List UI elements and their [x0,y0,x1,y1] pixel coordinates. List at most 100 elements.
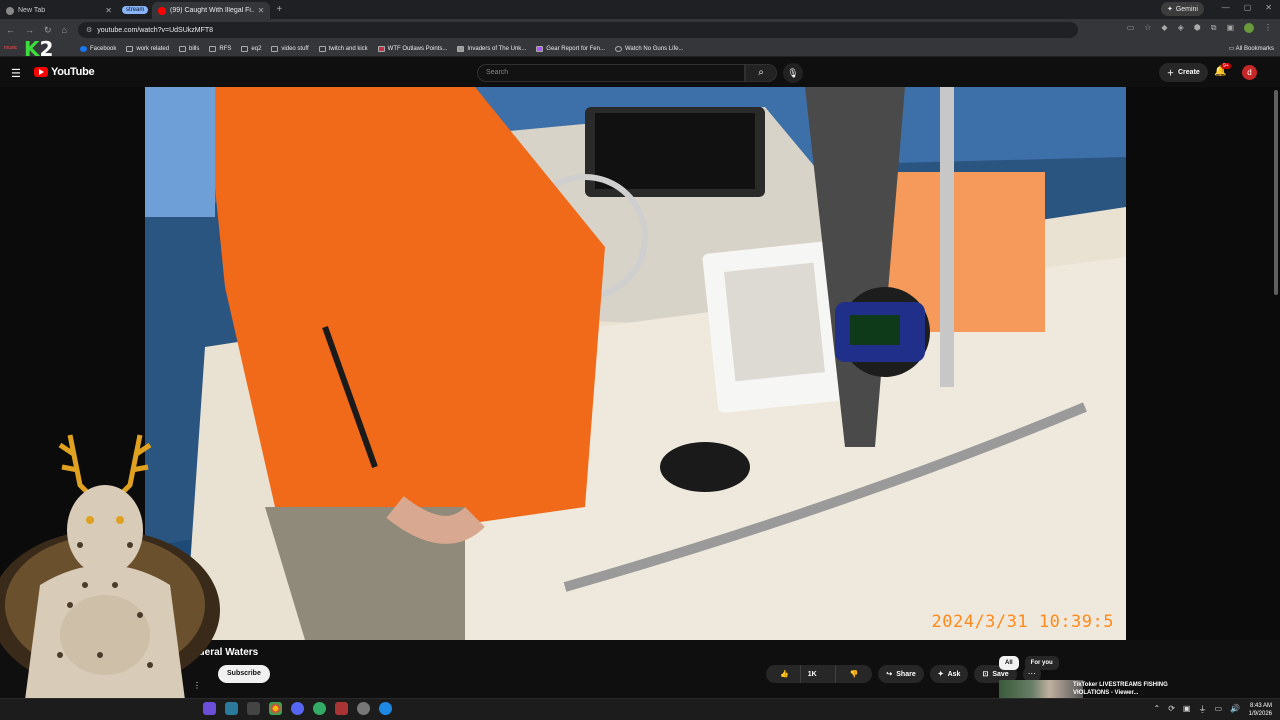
recommended-title[interactable]: TikToker LIVESTREAMS FISHING VIOLATIONS … [1073,681,1183,697]
ask-button[interactable]: ✦ Ask [929,665,969,683]
share-label: Share [896,670,916,678]
video-player[interactable]: 2024/3/31 10:39:5 [145,87,1126,640]
app-icon[interactable] [225,702,238,715]
back-icon[interactable]: ← [6,25,15,36]
reload-icon[interactable]: ↻ [44,25,52,36]
bookmark-link[interactable]: Watch No Guns Life... [614,45,683,52]
tab-group-label[interactable]: stream [122,5,149,14]
chip-for-you[interactable]: For you [1024,656,1059,670]
music-label: music [4,45,18,51]
minimize-icon[interactable]: — [1222,3,1230,12]
app-icon[interactable] [335,702,348,715]
home-icon[interactable]: ⌂ [62,25,67,36]
bookmark-folder[interactable]: RFS [209,45,231,52]
recommended-thumbnail[interactable] [999,680,1083,698]
taskbar-clock[interactable]: 8:43 AM 1/9/2026 [1249,702,1272,718]
bookmark-link[interactable]: Gear Report for Fen... [536,45,605,52]
like-button[interactable]: 👍 1K [766,665,831,683]
search-button[interactable]: ⌕ [745,64,777,82]
discord-icon[interactable] [291,702,304,715]
folder-icon [126,45,134,52]
share-button[interactable]: ↪ Share [878,665,924,683]
maximize-icon[interactable]: ▢ [1244,3,1252,12]
thumbs-up-icon: 👍 [780,671,789,678]
app-icon[interactable] [379,702,392,715]
nav-buttons: ← → ↻ ⌂ [0,25,78,36]
bookmark-label: twitch and kick [328,45,368,52]
bookmark-facebook[interactable]: Facebook [80,45,116,52]
extensions-puzzle-icon[interactable]: ⧉ [1211,23,1217,33]
volume-icon[interactable]: 🔊 [1230,704,1240,715]
bookmark-label: Invaders of The Unk... [467,45,527,52]
youtube-header: ☰ YouTube Search ⌕ 🎙 ＋ Create 🔔 9+ d [0,58,1280,87]
tab-youtube-video[interactable]: (99) Caught With Illegal Fi... ✕ [152,2,271,19]
app-tray-icon[interactable]: ▣ [1183,704,1191,715]
close-window-icon[interactable]: ✕ [1265,3,1272,12]
forward-icon[interactable]: → [25,25,34,36]
menu-kebab-icon[interactable]: ⋮ [1264,23,1272,33]
bookmark-link[interactable]: WTF Outlaws Points... [377,45,447,52]
chip-all[interactable]: All [999,656,1019,670]
tab-title: New Tab [18,7,46,14]
settings-icon[interactable] [357,702,370,715]
bookmark-label: eq2 [251,45,262,52]
sync-icon[interactable]: ⟳ [1168,704,1175,715]
address-bar-row: ← → ↻ ⌂ ⚙ youtube.com/watch?v=UdSUkzMFT8… [0,19,1280,41]
chrome-icon[interactable] [269,702,282,715]
bookmark-label: bills [189,45,200,52]
gemini-button[interactable]: ✦ Gemini [1160,2,1204,16]
chevron-up-icon[interactable]: ⌃ [1154,704,1161,715]
url-bar[interactable]: ⚙ youtube.com/watch?v=UdSUkzMFT8 [78,22,1078,38]
network-icon[interactable]: ▭ [1214,704,1222,715]
profile-avatar[interactable] [1244,23,1254,33]
extension-icon[interactable]: ⬢ [1194,23,1201,33]
bookmark-star-icon[interactable]: ☆ [1144,23,1151,33]
site-info-icon[interactable]: ⚙ [86,26,92,34]
cast-icon[interactable]: ▭ [1127,23,1135,33]
usb-icon[interactable]: ⏚ [1198,704,1206,715]
tab-new-tab[interactable]: New Tab ✕ [0,2,118,19]
all-bookmarks-label: All Bookmarks [1235,46,1274,52]
subscribe-button[interactable]: Subscribe [218,665,270,683]
folder-icon [179,45,187,52]
site-icon [536,45,544,52]
bookmark-link[interactable]: Invaders of The Unk... [457,45,527,52]
url-text: youtube.com/watch?v=UdSUkzMFT8 [97,26,214,34]
close-icon[interactable]: ✕ [258,6,265,15]
bookmark-icon: ⊡ [982,671,989,678]
browser-tab-strip: New Tab ✕ stream (99) Caught With Illega… [0,0,1280,19]
folder-icon [209,45,217,52]
like-dislike-group: 👍 1K 👎 [766,665,873,683]
extension-icon[interactable]: ◈ [1178,23,1184,33]
search-input[interactable]: Search [477,64,745,82]
bookmark-folder[interactable]: eq2 [241,45,262,52]
gemini-icon: ✦ [1166,6,1173,13]
app-icon[interactable] [203,702,216,715]
windows-taskbar: ⌃ ⟳ ▣ ⏚ ▭ 🔊 8:43 AM 1/9/2026 [0,698,1280,720]
new-tab-button[interactable]: + [270,4,288,15]
create-button[interactable]: ＋ Create [1159,63,1208,82]
recommended-video[interactable]: TikToker LIVESTREAMS FISHING VIOLATIONS … [999,680,1199,698]
all-bookmarks-button[interactable]: ▭ All Bookmarks [1229,45,1274,52]
bookmark-folder[interactable]: work related [126,45,169,52]
dislike-button[interactable]: 👎 [834,665,873,683]
bookmark-folder[interactable]: video stuff [271,45,309,52]
taskbar-apps [203,702,392,715]
bookmark-folder[interactable]: twitch and kick [318,45,368,52]
extension-icon[interactable]: ◆ [1161,23,1167,33]
sidebar-icon[interactable]: ▣ [1226,23,1234,33]
voice-search-button[interactable]: 🎙 [783,63,803,83]
bookmark-label: video stuff [281,45,309,52]
bookmarks-bar: Facebook work related bills RFS eq2 vide… [0,41,1280,57]
close-icon[interactable]: ✕ [105,6,112,15]
app-icon[interactable] [313,702,326,715]
ask-label: Ask [947,670,961,678]
bookmark-folder[interactable]: bills [179,45,200,52]
save-label: Save [992,670,1009,678]
account-avatar[interactable]: d [1242,65,1257,80]
streamer-avatar-overlay [0,425,225,700]
page-scrollbar[interactable] [1274,90,1278,295]
hamburger-menu-icon[interactable]: ☰ [11,67,21,80]
app-icon[interactable] [247,702,260,715]
youtube-logo[interactable]: YouTube [34,66,95,78]
